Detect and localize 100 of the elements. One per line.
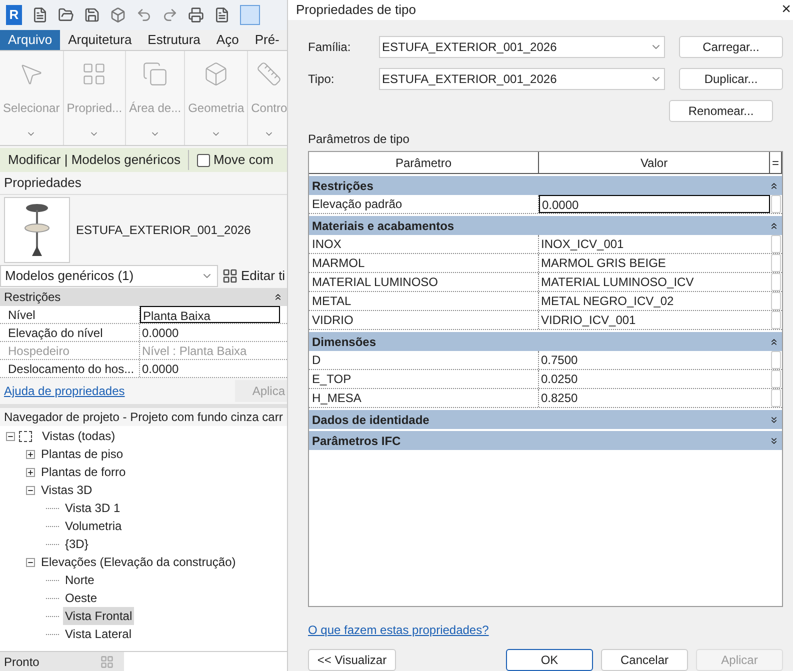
formula-button[interactable] [771, 351, 781, 369]
edit-type-icon [222, 268, 238, 284]
tree-item[interactable]: Elevações (Elevação da construção) [39, 553, 238, 571]
type-dropdown[interactable]: ESTUFA_EXTERIOR_001_2026 [379, 36, 665, 58]
formula-button[interactable] [771, 273, 781, 291]
tree-item[interactable]: Vistas 3D [39, 481, 94, 499]
parameter-name: MATERIAL LUMINOSO [309, 273, 539, 291]
ribbon-tab[interactable]: Pré- [246, 30, 287, 50]
formula-button[interactable] [771, 292, 781, 310]
collapse-icon[interactable] [6, 432, 15, 440]
tree-item[interactable]: Plantas de piso [39, 445, 126, 463]
parameter-value[interactable]: 0.7500 [539, 351, 770, 369]
section-header[interactable]: Restrições [0, 288, 287, 306]
cube-icon[interactable] [110, 7, 126, 23]
close-button[interactable]: × [782, 2, 791, 18]
group-header[interactable]: Dimensões [309, 332, 782, 351]
collapse-icon [769, 180, 779, 190]
column-header[interactable]: = [770, 152, 782, 173]
parameter-value[interactable]: METAL NEGRO_ICV_02 [539, 292, 770, 310]
parameter-value[interactable]: 0.8250 [539, 389, 770, 407]
property-name: Nível [0, 306, 140, 323]
panel-icon [256, 61, 282, 87]
undo-icon[interactable] [136, 7, 152, 23]
collapse-icon [769, 220, 779, 230]
expand-icon [769, 414, 779, 424]
group-header[interactable]: Materiais e acabamentos [309, 216, 782, 235]
formula-button[interactable] [771, 195, 781, 213]
parameter-value[interactable]: 0.0000 [539, 195, 770, 213]
type-name: ESTUFA_EXTERIOR_001_2026 [76, 222, 251, 238]
tree-item[interactable]: Oeste [63, 589, 100, 607]
field-label: Família: [308, 39, 352, 56]
open-icon[interactable] [58, 7, 74, 23]
parameter-value[interactable]: VIDRIO_ICV_001 [539, 311, 770, 329]
expand-icon[interactable] [26, 450, 35, 458]
tree-item[interactable]: Volumetria [63, 517, 124, 535]
tree-item[interactable]: Vista Lateral [63, 625, 134, 643]
column-header[interactable]: Parâmetro [309, 152, 539, 173]
formula-button[interactable] [771, 389, 781, 407]
property-value[interactable]: 0.0000 [140, 324, 280, 341]
workset-icon[interactable] [100, 654, 114, 668]
context-label: Modificar | Modelos genéricos [0, 150, 190, 170]
property-name: Deslocamento do hos... [0, 360, 140, 377]
dialog-button[interactable]: Cancelar [601, 649, 688, 671]
formula-button[interactable] [771, 311, 781, 329]
action-button[interactable]: Duplicar... [679, 68, 783, 90]
action-button[interactable]: Carregar... [679, 36, 783, 58]
collapse-icon[interactable] [26, 558, 35, 566]
formula-button[interactable] [771, 235, 781, 253]
parameter-name: E_TOP [309, 370, 539, 388]
help-link[interactable]: O que fazem estas propriedades? [308, 621, 783, 639]
parameter-name: MARMOL [309, 254, 539, 272]
ribbon-tab[interactable]: Arquivo [0, 30, 60, 50]
group-header[interactable]: Parâmetros IFC [309, 431, 782, 450]
preview-button[interactable]: << Visualizar [308, 649, 396, 671]
pdf-icon[interactable] [214, 7, 230, 23]
ribbon-tab[interactable]: Estrutura [140, 30, 208, 50]
document-icon[interactable] [32, 7, 48, 23]
dialog-title: Propriedades de tipo [296, 1, 416, 20]
patio-heater-drawing [22, 202, 52, 258]
tree-item[interactable]: Vista Frontal [63, 607, 134, 625]
parameter-value[interactable]: MARMOL GRIS BEIGE [539, 254, 770, 272]
move-with-checkbox[interactable] [197, 154, 210, 166]
parameter-name: METAL [309, 292, 539, 310]
redo-icon[interactable] [162, 7, 178, 23]
parameter-value[interactable]: 0.0250 [539, 370, 770, 388]
formula-button[interactable] [771, 254, 781, 272]
print-icon[interactable] [188, 7, 204, 23]
save-icon[interactable] [84, 7, 100, 23]
parameter-value[interactable]: MATERIAL LUMINOSO_ICV [539, 273, 770, 291]
panel-icon [142, 61, 168, 87]
expand-icon[interactable] [26, 468, 35, 476]
type-dropdown[interactable]: ESTUFA_EXTERIOR_001_2026 [379, 68, 665, 90]
views-icon [19, 430, 32, 442]
parameter-value[interactable]: INOX_ICV_001 [539, 235, 770, 253]
tree-item[interactable]: Norte [63, 571, 96, 589]
property-value[interactable]: 0.0000 [140, 360, 280, 377]
tree-item[interactable]: Vista 3D 1 [63, 499, 122, 517]
parameter-name: D [309, 351, 539, 369]
edit-type-button[interactable]: Editar ti [222, 266, 286, 286]
formula-button[interactable] [771, 370, 781, 388]
tree-item[interactable]: {3D} [63, 535, 90, 553]
category-dropdown[interactable]: Modelos genéricos (1) [0, 265, 218, 287]
group-header[interactable]: Dados de identidade [309, 410, 782, 429]
app-logo[interactable]: R [6, 5, 22, 25]
group-header[interactable]: Restrições [309, 176, 782, 195]
help-link[interactable]: Ajuda de propriedades [4, 382, 125, 400]
rename-button[interactable]: Renomear... [669, 100, 773, 122]
panel-title: Propriedades [3, 174, 82, 192]
tree-item[interactable]: Vistas (todas) [40, 427, 118, 445]
column-header[interactable]: Valor [539, 152, 770, 173]
property-value[interactable]: Planta Baixa [140, 306, 280, 323]
ribbon-tab[interactable]: Arquitetura [60, 30, 140, 50]
parameter-name: Elevação padrão [309, 195, 539, 213]
property-name: Elevação do nível [0, 324, 140, 341]
ribbon-tab[interactable]: Aço [208, 30, 247, 50]
dialog-button[interactable]: OK [506, 649, 593, 671]
expand-icon [769, 436, 779, 446]
collapse-icon[interactable] [26, 486, 35, 494]
tree-item[interactable]: Plantas de forro [39, 463, 128, 481]
parameter-name: H_MESA [309, 389, 539, 407]
